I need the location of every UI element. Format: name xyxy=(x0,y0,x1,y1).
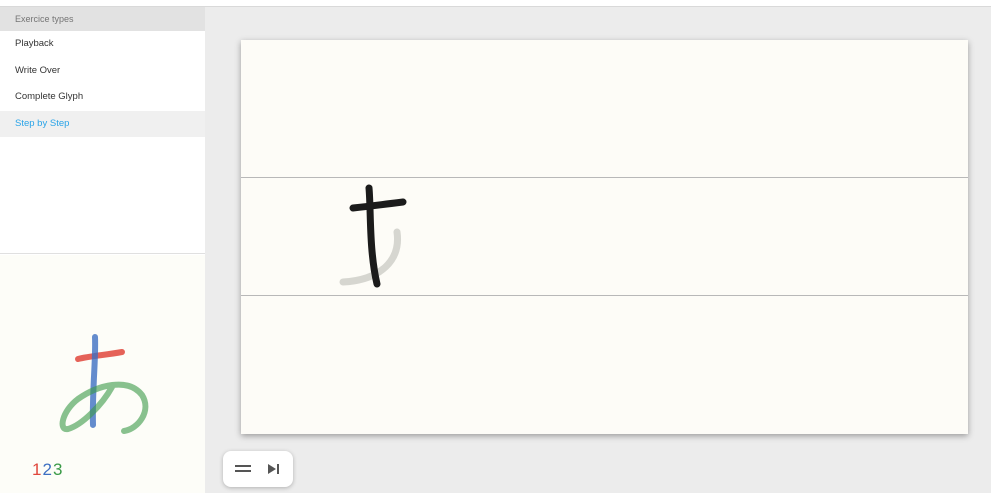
stroke-number-3: 3 xyxy=(52,460,64,479)
guide-line-bottom xyxy=(241,295,968,296)
sidebar-item-playback[interactable]: Playback xyxy=(0,31,205,58)
stroke-1 xyxy=(75,349,125,362)
sidebar-item-complete-glyph[interactable]: Complete Glyph xyxy=(0,84,205,111)
horizontal-stroke xyxy=(349,198,407,212)
sidebar-item-write-over[interactable]: Write Over xyxy=(0,58,205,85)
top-bar xyxy=(0,0,991,7)
playback-controls xyxy=(223,451,293,487)
sidebar-item-step-by-step[interactable]: Step by Step xyxy=(0,110,205,137)
skip-next-icon[interactable] xyxy=(262,457,286,481)
guide-line-top xyxy=(241,177,968,178)
sidebar-divider xyxy=(0,253,205,254)
writing-canvas[interactable] xyxy=(241,40,968,434)
stroke-number-1: 1 xyxy=(32,460,43,479)
sidebar: Exercice types Playback Write Over Compl… xyxy=(0,7,205,493)
stroke-order-diagram xyxy=(59,334,149,434)
stroke-3 xyxy=(59,381,149,434)
glyph-preview: 123 xyxy=(0,255,205,493)
stroke-numbers: 123 xyxy=(32,460,63,480)
stroke-number-2: 2 xyxy=(42,460,53,479)
practice-glyph xyxy=(339,184,407,288)
menu-icon[interactable] xyxy=(231,457,255,481)
sidebar-header: Exercice types xyxy=(0,7,205,31)
